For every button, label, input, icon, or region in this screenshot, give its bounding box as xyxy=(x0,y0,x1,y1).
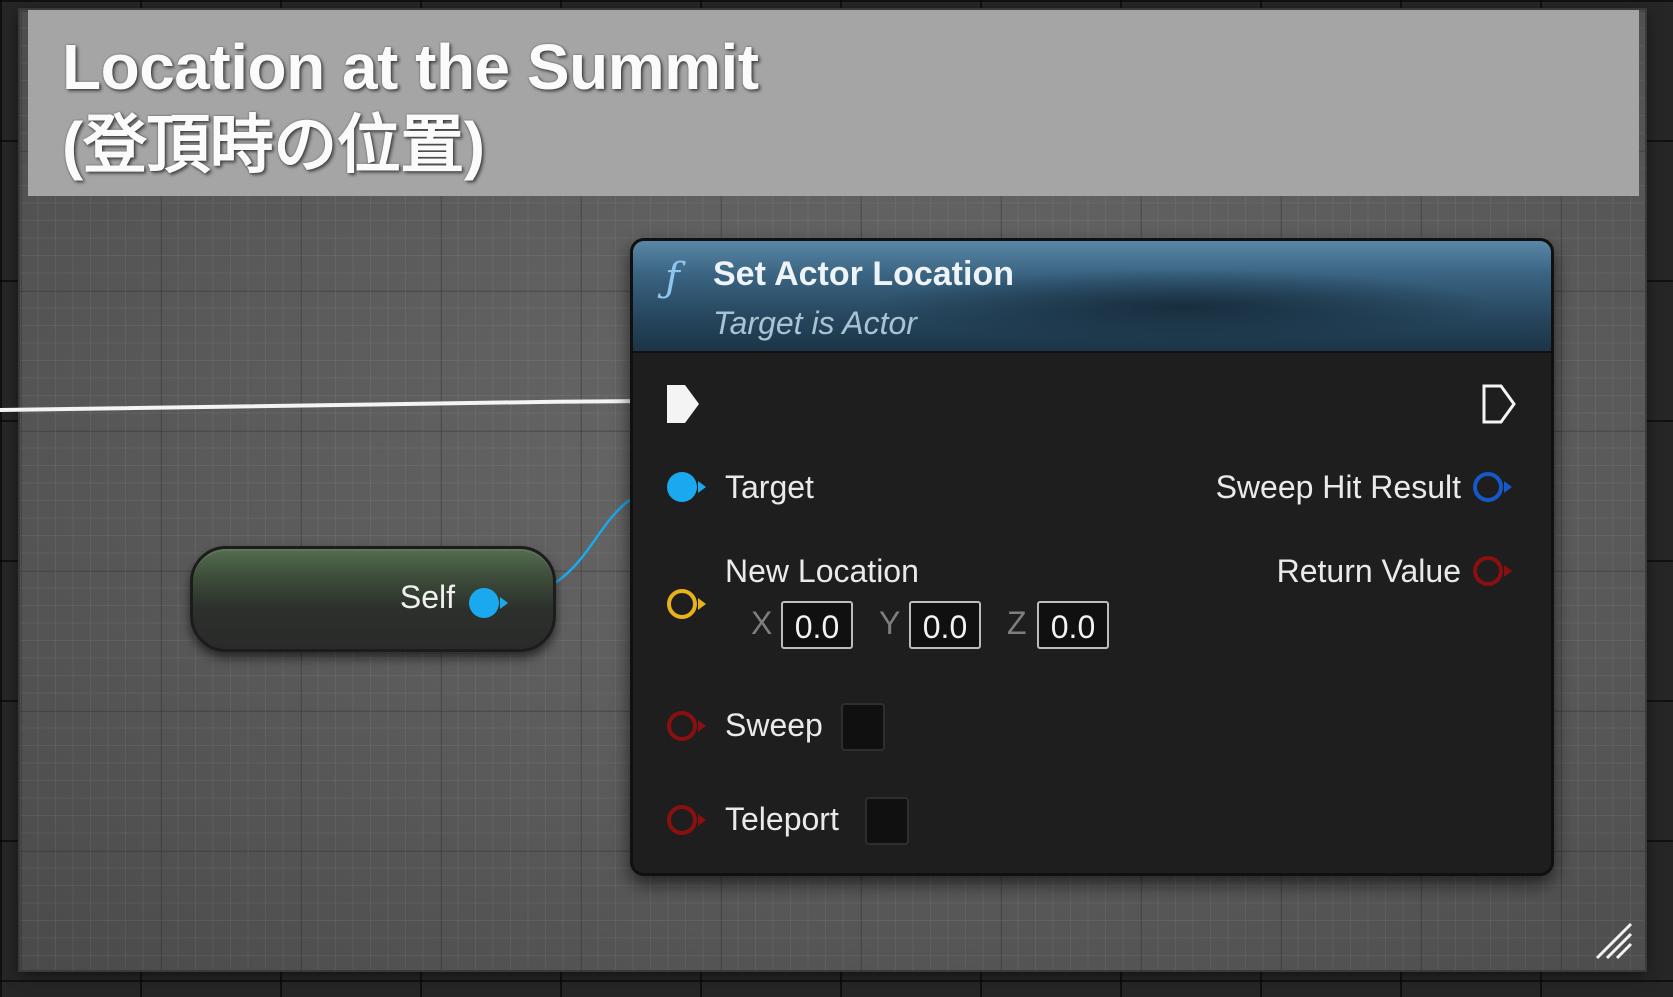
exec-out-pin-icon[interactable] xyxy=(1481,383,1517,425)
location-x-input[interactable]: 0.0 xyxy=(781,601,853,649)
teleport-checkbox[interactable] xyxy=(865,797,909,845)
sweep-hit-result-pin-icon[interactable] xyxy=(1471,470,1515,504)
exec-in-pin-icon[interactable] xyxy=(665,383,701,425)
location-z-input[interactable]: 0.0 xyxy=(1037,601,1109,649)
object-pin-icon[interactable] xyxy=(467,586,511,620)
resize-grip-icon[interactable] xyxy=(1593,920,1633,960)
new-location-label: New Location xyxy=(725,553,919,589)
self-node[interactable]: Self xyxy=(190,546,556,652)
sweep-pin-icon[interactable] xyxy=(665,709,709,743)
comment-title[interactable]: Location at the Summit (登頂時の位置) xyxy=(62,28,759,184)
sweep-label: Sweep xyxy=(725,707,823,743)
new-location-pin-icon[interactable] xyxy=(665,587,709,621)
return-value-pin-icon[interactable] xyxy=(1471,554,1515,588)
sweep-checkbox[interactable] xyxy=(841,703,885,751)
x-axis-label: X xyxy=(751,605,773,641)
node-subtitle: Target is Actor xyxy=(713,305,917,341)
function-icon: ƒ xyxy=(665,255,680,301)
teleport-pin-icon[interactable] xyxy=(665,803,709,837)
node-header[interactable]: ƒ Set Actor Location Target is Actor xyxy=(633,241,1551,353)
teleport-label: Teleport xyxy=(725,801,839,837)
comment-header[interactable]: Location at the Summit (登頂時の位置) xyxy=(28,10,1639,196)
set-actor-location-node[interactable]: ƒ Set Actor Location Target is Actor Tar… xyxy=(630,238,1554,876)
y-axis-label: Y xyxy=(879,605,901,641)
location-y-input[interactable]: 0.0 xyxy=(909,601,981,649)
node-title: Set Actor Location xyxy=(713,255,1014,293)
target-pin-icon[interactable] xyxy=(665,470,709,504)
self-label: Self xyxy=(399,579,455,615)
return-value-label: Return Value xyxy=(1276,553,1461,589)
blueprint-graph-canvas[interactable]: Location at the Summit (登頂時の位置) Self ƒ S… xyxy=(0,0,1673,997)
target-label: Target xyxy=(725,469,814,505)
sweep-hit-result-label: Sweep Hit Result xyxy=(1215,469,1461,505)
z-axis-label: Z xyxy=(1007,605,1027,641)
